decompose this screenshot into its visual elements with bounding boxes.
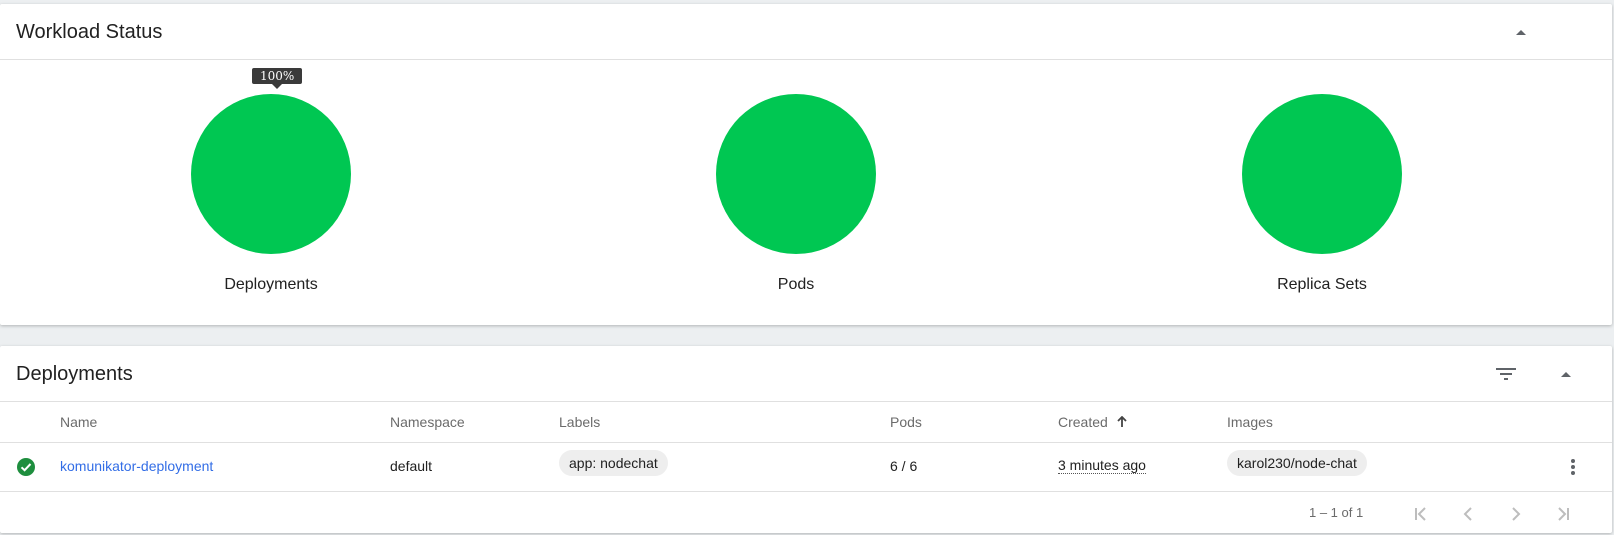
column-header-labels: Labels	[559, 414, 601, 430]
pods-chart-label: Pods	[777, 276, 815, 293]
deployment-created: 3 minutes ago	[1058, 457, 1146, 474]
column-header-namespace[interactable]: Namespace	[390, 414, 465, 430]
deployment-name-link[interactable]: komunikator-deployment	[60, 458, 213, 474]
deployments-chart-label: Deployments	[224, 276, 318, 293]
table-divider	[0, 442, 1612, 443]
deployments-pie[interactable]	[191, 94, 351, 254]
filter-button[interactable]	[1490, 358, 1522, 390]
column-header-pods: Pods	[890, 414, 922, 430]
deployments-title: Deployments	[16, 363, 133, 385]
replica-sets-pie[interactable]	[1242, 94, 1402, 254]
pagination-range: 1 – 1 of 1	[1309, 505, 1364, 520]
row-actions-button[interactable]	[1557, 451, 1589, 483]
first-page-button[interactable]	[1409, 502, 1433, 526]
replica-sets-chart-label: Replica Sets	[1277, 276, 1367, 293]
column-header-images: Images	[1227, 414, 1273, 430]
arrow-up-icon	[1117, 415, 1127, 427]
chart-tooltip: 100%	[252, 68, 303, 89]
deployment-namespace: default	[390, 458, 433, 474]
workload-status-header: Workload Status	[0, 4, 1612, 60]
deployments-header: Deployments	[0, 346, 1612, 402]
table-divider	[0, 491, 1612, 492]
check-circle-icon	[17, 458, 35, 476]
chevron-up-icon	[1516, 29, 1526, 35]
column-header-created-label: Created	[1058, 414, 1108, 430]
pods-pie[interactable]	[716, 94, 876, 254]
collapse-deployments-button[interactable]	[1550, 358, 1582, 390]
workload-status-card: Workload Status Deployments 100% Pods Re…	[0, 4, 1612, 325]
previous-page-button[interactable]	[1456, 502, 1480, 526]
chevron-right-icon	[1512, 507, 1521, 521]
column-header-name[interactable]: Name	[60, 414, 97, 430]
more-vert-icon	[1571, 459, 1575, 475]
next-page-button[interactable]	[1504, 502, 1528, 526]
deployment-pods: 6 / 6	[890, 458, 918, 474]
label-chip: app: nodechat	[559, 450, 668, 476]
collapse-workload-button[interactable]	[1505, 16, 1537, 48]
chevron-left-icon	[1463, 507, 1472, 521]
workload-status-title: Workload Status	[16, 21, 163, 43]
column-header-created[interactable]: Created	[1058, 414, 1128, 430]
filter-icon	[1496, 368, 1516, 380]
last-page-button[interactable]	[1551, 502, 1575, 526]
chevron-up-icon	[1561, 371, 1571, 377]
deployments-card: Deployments	[0, 346, 1612, 533]
image-chip: karol230/node-chat	[1227, 450, 1367, 476]
last-page-icon	[1558, 507, 1569, 521]
first-page-icon	[1415, 507, 1426, 521]
